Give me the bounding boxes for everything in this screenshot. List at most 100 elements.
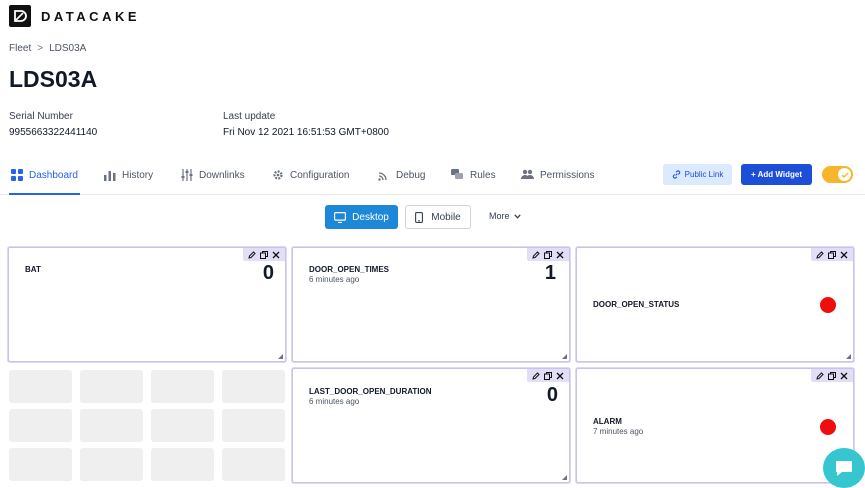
monitor-icon	[334, 211, 347, 223]
tab-history[interactable]: History	[104, 167, 153, 183]
brand-name: DATACAKE	[41, 8, 141, 24]
widget-timestamp: 6 minutes ago	[309, 275, 360, 284]
tab-label: Downlinks	[199, 169, 245, 181]
grid-icon	[11, 169, 23, 181]
edit-icon[interactable]	[814, 249, 826, 261]
edit-icon[interactable]	[530, 370, 542, 382]
grid-placeholder	[222, 370, 285, 403]
grid-placeholder	[151, 409, 214, 442]
copy-icon[interactable]	[542, 370, 554, 382]
support-chat-button[interactable]	[823, 448, 865, 488]
check-icon	[841, 172, 848, 178]
serial-number-label: Serial Number	[9, 111, 73, 122]
resize-handle-icon[interactable]	[562, 475, 567, 480]
widget-bat[interactable]: BAT 0	[8, 247, 286, 362]
grid-placeholder	[9, 448, 72, 481]
resize-handle-icon[interactable]	[846, 354, 851, 359]
tab-debug[interactable]: Debug	[378, 167, 425, 183]
widget-toolbar	[243, 248, 285, 261]
widget-toolbar	[811, 369, 853, 382]
tab-configuration[interactable]: Configuration	[272, 167, 349, 183]
grid-placeholder	[9, 370, 72, 403]
breadcrumb-current: LDS03A	[49, 43, 87, 54]
resize-handle-icon[interactable]	[562, 354, 567, 359]
brand-logo[interactable]: DATACAKE	[9, 5, 140, 27]
add-widget-button[interactable]: + Add Widget	[741, 164, 812, 185]
mobile-view-button[interactable]: Mobile	[405, 205, 471, 229]
datacake-logo-icon	[9, 5, 31, 27]
public-link-button[interactable]: Public Link	[663, 164, 732, 185]
grid-placeholder	[151, 448, 214, 481]
tab-label: Dashboard	[29, 169, 78, 181]
bar-chart-icon	[104, 171, 116, 181]
link-icon	[672, 170, 680, 179]
breadcrumb-fleet-link[interactable]: Fleet	[9, 43, 31, 54]
tab-downlinks[interactable]: Downlinks	[181, 167, 245, 183]
widget-toolbar	[811, 248, 853, 261]
toggle-knob	[838, 168, 851, 181]
widget-title: BAT	[25, 265, 41, 274]
copy-icon[interactable]	[258, 249, 270, 261]
users-icon	[521, 169, 534, 179]
widget-value: 0	[262, 262, 274, 284]
gear-icon	[273, 170, 283, 180]
tab-rules[interactable]: Rules	[451, 167, 496, 183]
add-widget-label: + Add Widget	[751, 170, 802, 179]
edit-mode-toggle[interactable]	[822, 166, 853, 183]
chat-bubble-icon	[836, 461, 852, 476]
edit-icon[interactable]	[530, 249, 542, 261]
tab-label: Permissions	[540, 169, 595, 181]
more-dropdown[interactable]: More	[489, 211, 521, 221]
close-icon[interactable]	[554, 370, 566, 382]
widget-door-open-status[interactable]: DOOR_OPEN_STATUS	[576, 247, 854, 362]
widget-title: ALARM	[593, 417, 622, 426]
grid-placeholder	[9, 409, 72, 442]
tab-label: Configuration	[290, 169, 350, 181]
close-icon[interactable]	[838, 249, 850, 261]
breadcrumb: Fleet > LDS03A	[9, 43, 86, 54]
desktop-label: Desktop	[352, 211, 389, 223]
grid-placeholder	[151, 370, 214, 403]
widget-value: 0	[546, 384, 558, 406]
chat-icon	[451, 169, 463, 179]
copy-icon[interactable]	[826, 370, 838, 382]
widget-last-door-open-duration[interactable]: LAST_DOOR_OPEN_DURATION 6 minutes ago 0	[292, 368, 570, 483]
edit-icon[interactable]	[246, 249, 258, 261]
widget-title: DOOR_OPEN_TIMES	[309, 265, 390, 274]
edit-icon[interactable]	[814, 370, 826, 382]
close-icon[interactable]	[270, 249, 282, 261]
mobile-label: Mobile	[431, 211, 461, 223]
widget-alarm[interactable]: ALARM 7 minutes ago	[576, 368, 854, 483]
widget-door-open-times[interactable]: DOOR_OPEN_TIMES 6 minutes ago 1	[292, 247, 570, 362]
close-icon[interactable]	[838, 370, 850, 382]
grid-placeholder	[80, 448, 143, 481]
widget-toolbar	[527, 248, 569, 261]
status-indicator	[820, 297, 836, 313]
tab-label: Rules	[470, 169, 496, 181]
widget-title: LAST_DOOR_OPEN_DURATION	[309, 387, 432, 396]
copy-icon[interactable]	[542, 249, 554, 261]
last-update-label: Last update	[223, 111, 276, 122]
page-title: LDS03A	[9, 66, 98, 92]
grid-placeholder	[222, 409, 285, 442]
resize-handle-icon[interactable]	[278, 354, 283, 359]
widget-title: DOOR_OPEN_STATUS	[593, 300, 680, 309]
grid-placeholder	[80, 370, 143, 403]
tab-permissions[interactable]: Permissions	[521, 167, 594, 183]
public-link-label: Public Link	[684, 170, 724, 179]
tab-label: History	[122, 169, 154, 181]
desktop-view-button[interactable]: Desktop	[325, 205, 398, 229]
signal-icon	[378, 172, 387, 181]
widget-toolbar	[527, 369, 569, 382]
widget-timestamp: 7 minutes ago	[593, 427, 644, 436]
last-update-value: Fri Nov 12 2021 16:51:53 GMT+0800	[223, 127, 389, 138]
close-icon[interactable]	[554, 249, 566, 261]
sliders-icon	[181, 169, 193, 181]
widget-timestamp: 6 minutes ago	[309, 397, 360, 406]
tab-dashboard[interactable]: Dashboard	[11, 167, 78, 183]
device-tabs: Dashboard History Downlinks Configuratio…	[0, 157, 865, 195]
breadcrumb-separator: >	[37, 43, 44, 54]
chevron-down-icon	[513, 213, 521, 219]
serial-number-value: 9955663322441140	[9, 127, 98, 138]
copy-icon[interactable]	[826, 249, 838, 261]
